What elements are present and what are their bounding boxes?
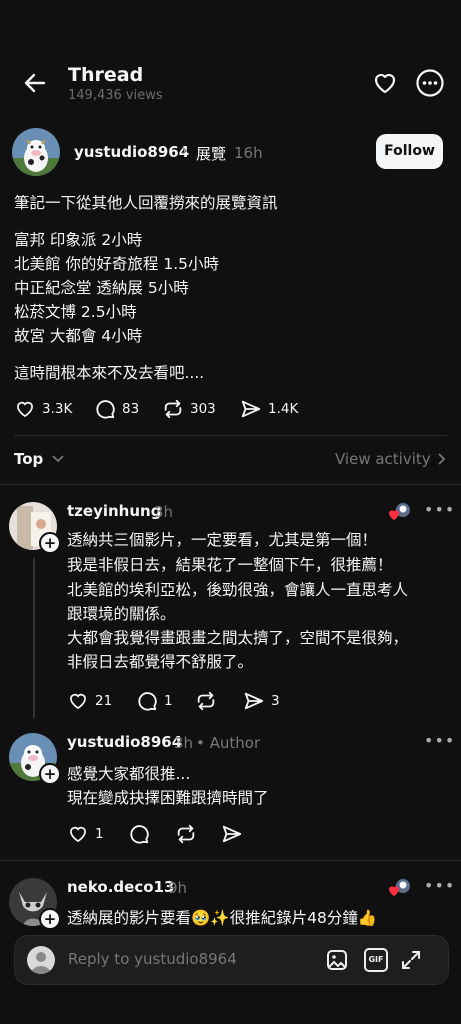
comment-count: 83	[122, 401, 140, 417]
like-count: 21	[95, 693, 113, 709]
repost-button[interactable]	[175, 823, 197, 845]
reply-line: 現在變成抉擇困難跟擠時間了	[67, 789, 269, 807]
post-time: 16h	[234, 144, 263, 162]
divider	[14, 435, 447, 436]
reply-input[interactable]: Reply to yustudio8964	[68, 950, 237, 968]
reply-author[interactable]: tzeyinhung	[67, 502, 161, 520]
repost-icon	[177, 824, 195, 844]
share-count: 1.4K	[268, 401, 299, 417]
thread-line	[33, 558, 35, 718]
comment-icon	[130, 825, 149, 844]
more-options-icon[interactable]: •••	[424, 500, 455, 519]
like-button[interactable]: 3.3K	[14, 398, 72, 420]
reply-line: 非假日去都覺得不舒服了。	[67, 653, 254, 671]
comment-button[interactable]: 83	[94, 398, 139, 420]
image-icon[interactable]	[325, 948, 349, 976]
repost-button[interactable]: 303	[162, 398, 216, 420]
follow-plus-icon[interactable]: +	[39, 908, 61, 930]
like-count: 1	[95, 826, 104, 842]
follow-plus-icon[interactable]: +	[39, 763, 61, 785]
chevron-down-icon	[52, 455, 64, 463]
sort-label: Top	[14, 450, 44, 468]
comment-button[interactable]: 1	[136, 690, 173, 712]
post-line: 中正紀念堂 透納展 5小時	[14, 279, 189, 297]
repost-button[interactable]	[195, 690, 217, 712]
comment-icon	[138, 692, 157, 711]
follow-plus-icon[interactable]: +	[39, 532, 61, 554]
share-icon	[244, 692, 264, 710]
chevron-right-icon: ›	[181, 140, 189, 161]
share-button[interactable]: 3	[243, 690, 280, 712]
post-line: 這時間根本來不及去看吧....	[14, 364, 205, 382]
repost-count: 303	[190, 401, 216, 417]
divider	[0, 484, 461, 485]
post-line: 富邦 印象派 2小時	[14, 231, 143, 249]
more-icon[interactable]	[415, 68, 445, 98]
reply-author[interactable]: yustudio8964	[67, 733, 182, 751]
share-count: 3	[271, 693, 280, 709]
post-line: 筆記一下從其他人回覆撈來的展覽資訊	[14, 194, 278, 212]
reply-line: 感覺大家都很推...	[67, 765, 191, 783]
reply-line: 北美館的埃利亞松，後勁很強，會讓人一直思考人	[67, 581, 409, 599]
post-line: 北美館 你的好奇旅程 1.5小時	[14, 255, 220, 273]
like-button[interactable]: 1	[67, 823, 104, 845]
reply-author[interactable]: neko.deco13	[67, 878, 174, 896]
view-activity-link[interactable]: View activity	[335, 450, 447, 468]
view-activity-label: View activity	[335, 450, 431, 468]
share-icon	[222, 825, 242, 843]
author-liked-avatar	[388, 878, 412, 898]
expand-icon[interactable]	[399, 948, 423, 976]
post-line: 松菸文博 2.5小時	[14, 303, 137, 321]
author-badge: • Author	[196, 734, 261, 752]
reply-line: 大都會我覺得畫跟畫之間太擠了，空間不是很夠，	[67, 629, 409, 647]
heart-icon	[70, 693, 86, 710]
chevron-right-icon	[438, 453, 445, 465]
reply-time: 9h	[168, 879, 188, 897]
heart-icon	[17, 401, 33, 418]
avatar	[27, 946, 55, 974]
share-button[interactable]	[221, 823, 243, 845]
page-title: Thread	[68, 64, 144, 86]
view-count: 149,436 views	[68, 88, 163, 103]
more-options-icon[interactable]: •••	[424, 876, 455, 895]
activity-heart-icon[interactable]	[371, 69, 399, 97]
comment-icon	[96, 400, 115, 419]
heart-icon	[70, 826, 86, 843]
like-button[interactable]: 21	[67, 690, 112, 712]
sort-dropdown[interactable]: Top	[14, 450, 65, 468]
more-options-icon[interactable]: •••	[424, 731, 455, 750]
reply-line: 透納展的影片要看🥹✨很推紀錄片48分鐘👍	[67, 909, 378, 927]
reply-line: 透納共三個影片，一定要看，尤其是第一個！	[67, 531, 378, 549]
reply-composer[interactable]: Reply to yustudio8964 GIF	[14, 935, 449, 985]
share-icon	[241, 400, 261, 418]
like-count: 3.3K	[42, 401, 73, 417]
repost-icon	[164, 399, 182, 419]
reply-line: 跟環境的關係。	[67, 605, 176, 623]
divider	[0, 860, 461, 861]
reply-time: 3h	[174, 734, 194, 752]
comment-button[interactable]	[128, 823, 150, 845]
avatar[interactable]	[12, 128, 60, 176]
share-button[interactable]: 1.4K	[240, 398, 298, 420]
follow-button[interactable]: Follow	[376, 134, 443, 169]
post-line: 故宮 大都會 4小時	[14, 327, 143, 345]
comment-count: 1	[164, 693, 173, 709]
back-arrow-icon[interactable]	[20, 68, 50, 98]
reply-line: 我是非假日去，結果花了一整個下午，很推薦！	[67, 556, 393, 574]
post-author[interactable]: yustudio8964	[74, 143, 189, 161]
author-liked-avatar	[388, 502, 412, 522]
topic-tag[interactable]: 展覽	[196, 143, 226, 164]
repost-icon	[197, 691, 215, 711]
reply-time: 3h	[154, 503, 174, 521]
gif-icon[interactable]: GIF	[364, 948, 388, 972]
